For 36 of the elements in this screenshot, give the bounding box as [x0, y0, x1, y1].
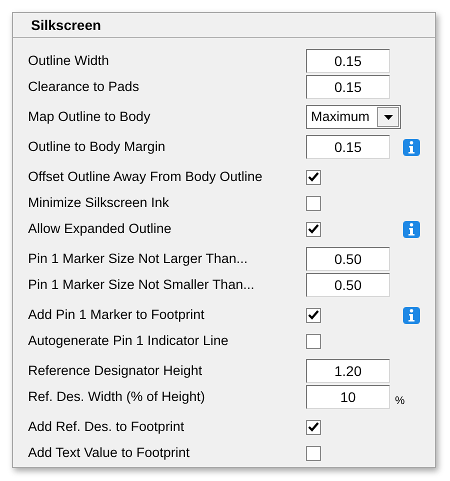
number-field[interactable]: 10 [306, 385, 390, 409]
number-field[interactable]: 0.15 [306, 75, 390, 99]
checkbox[interactable] [306, 446, 321, 460]
field-label: Outline to Body Margin [28, 138, 166, 156]
info-icon[interactable] [403, 306, 420, 324]
unit-label: % [395, 394, 405, 409]
field-label: Pin 1 Marker Size Not Smaller Than... [28, 276, 256, 294]
checkbox[interactable] [306, 170, 321, 184]
checkbox[interactable] [306, 308, 321, 322]
panel-title: Silkscreen [13, 13, 435, 38]
field-label: Reference Designator Height [28, 362, 204, 380]
field-label: Minimize Silkscreen Ink [28, 194, 170, 212]
field-label: Clearance to Pads [28, 78, 140, 96]
number-field[interactable]: 0.50 [306, 247, 390, 271]
field-label: Add Pin 1 Marker to Footprint [28, 306, 206, 324]
dropdown[interactable]: Maximum [306, 105, 401, 129]
number-field[interactable]: 0.15 [306, 135, 390, 159]
field-label: Outline Width [28, 52, 110, 70]
checkbox[interactable] [306, 334, 321, 348]
number-field[interactable]: 1.20 [306, 359, 390, 383]
caret-icon [384, 114, 392, 120]
checkbox[interactable] [306, 196, 321, 210]
field-label: Pin 1 Marker Size Not Larger Than... [28, 250, 249, 268]
number-field[interactable]: 0.50 [306, 273, 390, 297]
checkbox[interactable] [306, 420, 321, 434]
info-icon[interactable] [403, 138, 420, 156]
field-label: Allow Expanded Outline [28, 220, 172, 238]
number-field[interactable]: 0.15 [306, 49, 390, 73]
checkbox[interactable] [306, 222, 321, 236]
info-icon[interactable] [403, 220, 420, 238]
field-label: Offset Outline Away From Body Outline [28, 168, 264, 186]
field-label: Autogenerate Pin 1 Indicator Line [28, 332, 230, 350]
field-label: Add Text Value to Footprint [28, 444, 191, 462]
field-label: Map Outline to Body [28, 108, 152, 126]
field-label: Add Ref. Des. to Footprint [28, 418, 186, 436]
field-label: Ref. Des. Width (% of Height) [28, 388, 206, 406]
